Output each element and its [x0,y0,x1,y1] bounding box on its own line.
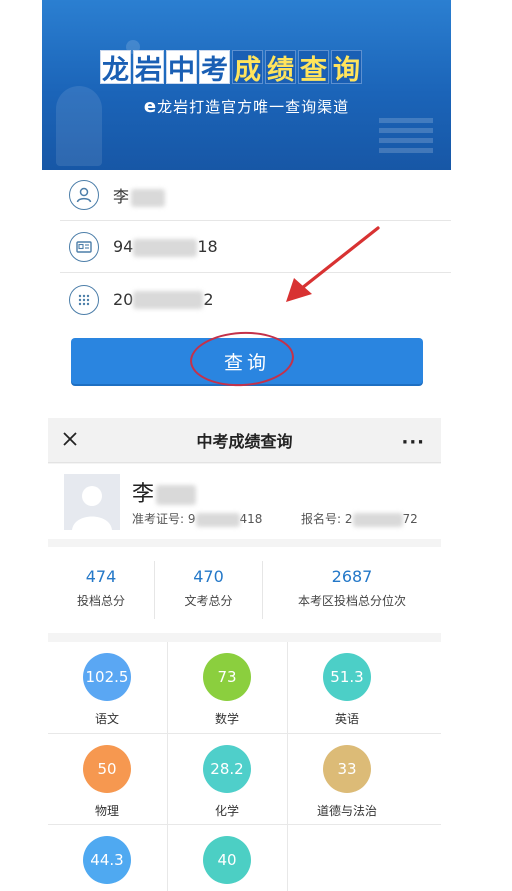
name-value: 李 [113,183,166,207]
exam-number-field[interactable]: 94 18 [60,222,451,273]
banner-decoration [379,118,433,154]
result-page: 中考成绩查询 ··· 李 准考证号: 9 418 报名号: 2 72 474 投档总… [48,418,441,891]
avatar-placeholder-icon [72,486,112,530]
subject-score-circle: 40 [203,836,251,884]
subject-cell: 28.2 化学 [168,734,286,825]
redaction-blur [133,238,198,257]
stat-label: 本考区投档总分位次 [297,594,406,608]
close-icon[interactable] [60,429,80,449]
subject-score-circle: 50 [83,745,131,793]
id-card-icon [69,232,99,262]
stat-total-written: 470 文考总分 [155,547,262,633]
subject-score-circle: 73 [203,653,251,701]
title-char: 岩 [133,50,164,86]
subject-cell: 73 数学 [168,642,286,733]
subject-cell: 50 物理 [48,734,166,825]
title-char-highlight: 成 [232,50,263,86]
subject-score-circle: 44.3 [83,836,131,884]
stat-label: 投档总分 [76,594,125,608]
user-icon [69,180,99,210]
keypad-icon [69,284,99,315]
subject-cell: 33 道德与法治 [288,734,406,825]
title-char: 中 [166,50,197,86]
subject-name: 道德与法治 [316,804,377,818]
page-title: 中考成绩查询 [196,432,293,451]
subject-name: 英语 [334,712,359,726]
stat-value: 474 [85,567,117,586]
section-gap [42,404,451,418]
subject-score-circle: 51.3 [323,653,371,701]
redaction-blur [195,512,240,527]
student-name: 李 [132,476,197,508]
title-char-highlight: 查 [298,50,329,86]
subject-name: 语文 [94,712,119,726]
subject-name: 数学 [214,712,239,726]
redaction-blur [133,291,204,310]
more-icon[interactable]: ··· [401,432,425,453]
avatar [64,474,120,530]
subject-score-circle: 28.2 [203,745,251,793]
stat-rank: 2687 本考区投档总分位次 [263,547,441,633]
subtitle-text: 龙岩打造官方唯一查询渠道 [157,98,350,116]
annotation-arrow-icon [286,226,380,302]
banner-subtitle: e龙岩打造官方唯一查询渠道 [42,96,451,117]
registration-number-value: 20 2 [113,289,214,310]
redaction-blur [352,512,403,527]
registration-number: 报名号: 2 72 [301,512,418,527]
stat-value: 470 [193,567,224,586]
subject-cell: 44.3 [48,825,166,891]
title-char: 龙 [100,50,131,86]
subject-cell: 51.3 英语 [288,642,406,733]
stat-label: 文考总分 [184,594,233,608]
student-profile: 李 准考证号: 9 418 报名号: 2 72 [48,464,441,539]
title-char-highlight: 询 [331,50,362,86]
subject-name: 化学 [214,804,239,818]
subject-score-grid: 102.5 语文 73 数学 51.3 英语 50 物理 28.2 化学 33 道德与法治 44.3 40 [48,642,441,891]
subject-score-circle: 33 [323,745,371,793]
subject-cell: 40 [168,825,286,891]
subject-name: 物理 [94,804,119,818]
navbar: 中考成绩查询 ··· [48,418,441,463]
stat-value: 2687 [331,567,373,586]
e-logo: e [143,96,158,117]
subject-cell: 102.5 语文 [48,642,166,733]
banner-title: 龙 岩 中 考 成 绩 查 询 [100,50,362,86]
name-field[interactable]: 李 [60,170,451,221]
redaction-blur [156,485,197,505]
subject-score-circle: 102.5 [83,653,131,701]
registration-number-field[interactable]: 20 2 [60,274,451,325]
exam-number: 准考证号: 9 418 [132,512,263,527]
stat-total-admission: 474 投档总分 [48,547,154,633]
title-char: 考 [199,50,230,86]
redaction-blur [131,188,166,207]
exam-number-value: 94 18 [113,237,218,257]
score-summary: 474 投档总分 470 文考总分 2687 本考区投档总分位次 [48,547,441,633]
title-char-highlight: 绩 [265,50,296,86]
header-banner: 龙 岩 中 考 成 绩 查 询 e龙岩打造官方唯一查询渠道 [42,0,451,170]
